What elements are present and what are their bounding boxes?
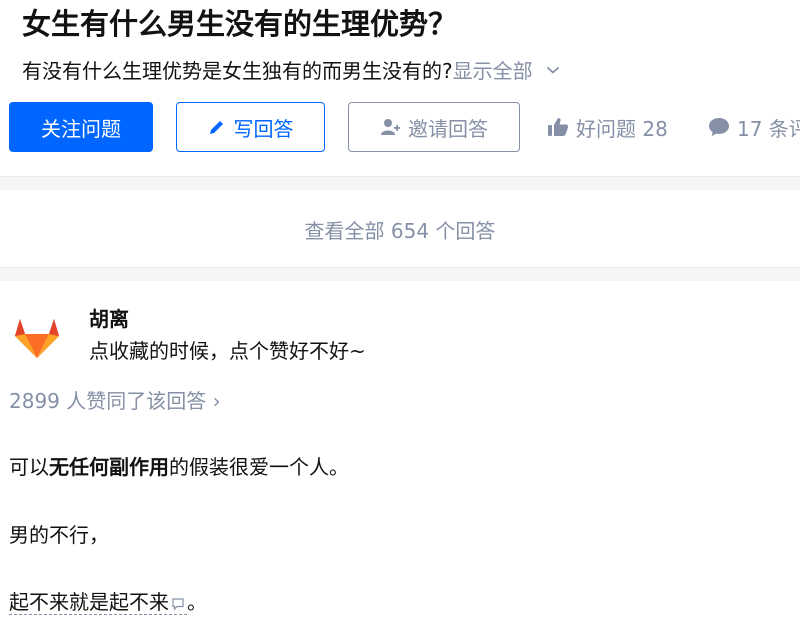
chevron-down-icon [546,67,559,74]
small-comment-icon [172,598,184,611]
write-answer-label: 写回答 [233,116,294,141]
good-question-label: 好问题 28 [576,116,668,141]
good-question-button[interactable]: 好问题 28 [547,102,668,152]
pencil-icon [209,121,223,134]
question-title: 女生有什么男生没有的生理优势？ [22,7,458,41]
invite-answer-label: 邀请回答 [408,116,488,141]
write-answer-button[interactable]: 写回答 [176,102,325,152]
show-all-link[interactable]: 显示全部 [453,59,559,83]
answer-paragraph: 可以无任何副作用的假装很爱一个人。 [9,452,349,482]
linked-text-label: 起不来就是起不来 [9,590,169,614]
follow-question-label: 关注问题 [41,116,121,141]
comment-icon [709,118,729,136]
question-detail: 有没有什么生理优势是女生独有的而男生没有的?显示全部 [22,56,559,86]
answer-bold-text: 无任何副作用 [49,455,169,479]
author-bio: 点收藏的时候，点个赞好不好~ [89,339,366,363]
invite-answer-button[interactable]: 邀请回答 [348,102,520,152]
answer-text: 可以 [9,455,49,479]
answer-text: 的假装很爱一个人。 [169,455,349,479]
linked-text[interactable]: 起不来就是起不来 [9,590,187,615]
invite-user-icon [381,119,400,135]
section-divider [0,267,800,281]
question-actions: 关注问题 写回答 邀请回答 好问题 28 17 条评论 [0,100,800,154]
comments-label: 17 条评论 [737,116,800,141]
avatar-fox-logo[interactable] [12,312,62,362]
follow-question-button[interactable]: 关注问题 [9,102,153,152]
view-all-answers-label: 查看全部 654 个回答 [304,218,496,243]
author-name[interactable]: 胡离 [89,304,129,334]
zhihu-question-page: 女生有什么男生没有的生理优势？ 有没有什么生理优势是女生独有的而男生没有的?显示… [0,0,800,619]
comments-button[interactable]: 17 条评论 [708,102,800,152]
question-detail-text: 有没有什么生理优势是女生独有的而男生没有的? [22,59,453,83]
answer-paragraph: 男的不行， [9,523,109,547]
show-all-label: 显示全部 [452,59,533,83]
vote-count-link[interactable]: 2899 人赞同了该回答 › [9,386,221,416]
thumbs-up-icon [548,118,569,136]
view-all-answers-link[interactable]: 查看全部 654 个回答 [0,191,800,267]
answer-paragraph: 起不来就是起不来。 [9,587,207,617]
answer-text: 。 [187,590,207,614]
section-divider [0,176,800,190]
